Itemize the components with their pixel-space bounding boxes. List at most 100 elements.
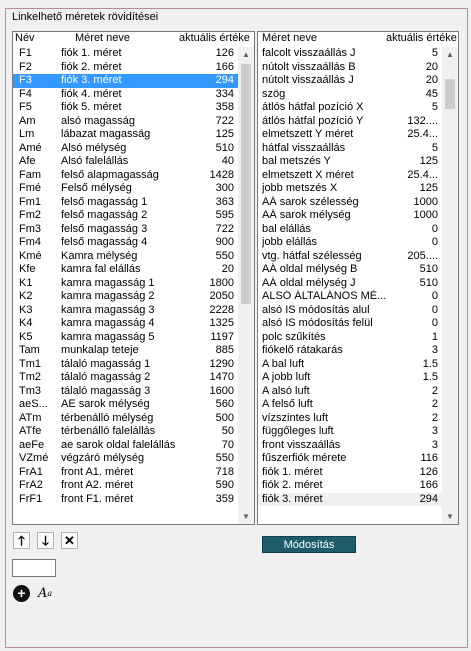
item-value: 70 [221,438,234,451]
list-item[interactable]: átlós hátfal pozíció Y 132.... [258,115,442,129]
list-item[interactable]: elmetszett X méret 25.4... [258,169,442,183]
list-item[interactable]: fiók 1. méret 126 [258,466,442,480]
list-item[interactable]: Kmé Kamra mélység 550 [13,250,238,264]
list-item[interactable]: Lm lábazat magasság 125 [13,128,238,142]
item-value: 550 [215,249,234,262]
list-item[interactable]: polc szűkítés 1 [258,331,442,345]
list-item[interactable]: elmetszett Y méret 25.4... [258,128,442,142]
left-size-list[interactable]: Név Méret neve aktuális értéke F1 fiók 1.… [12,31,255,525]
list-item[interactable]: Fm3 felső magasság 3 722 [13,223,238,237]
list-item[interactable]: Am alsó magasság 722 [13,115,238,129]
list-item[interactable]: AÁ sarok mélység 1000 [258,209,442,223]
scroll-up-icon[interactable]: ▲ [238,47,254,62]
list-item[interactable]: K4 kamra magasság 4 1325 [13,317,238,331]
list-item[interactable]: aeS... AE sarok mélység 560 [13,398,238,412]
list-item[interactable]: alsó IS módosítás felül 0 [258,317,442,331]
arrow-down-icon[interactable]: 🡓 [37,532,54,549]
list-item[interactable]: átlós hátfal pozíció X5 [258,101,442,115]
item-size-name: munkalap teteje [61,344,139,356]
list-item[interactable]: fűszerfiók mérete 116 [258,452,442,466]
list-item[interactable]: bal elállás 0 [258,223,442,237]
right-size-list[interactable]: Méret neve aktuális értéke falcolt vissz… [257,31,459,525]
arrow-up-icon[interactable]: 🡑 [13,532,30,549]
list-item[interactable]: FrA2 front A2. méret 590 [13,479,238,493]
list-item[interactable]: nútolt visszaállás J 20 [258,74,442,88]
list-item[interactable]: AÁ sarok szélesség 1000 [258,196,442,210]
right-list-scrollbar[interactable]: ▲ ▼ [442,47,458,524]
list-item[interactable]: Fmé Felső mélység 300 [13,182,238,196]
abbreviation-input[interactable] [12,559,56,577]
item-value: 358 [215,101,234,113]
item-value: 20 [425,60,438,73]
list-item[interactable]: függőleges luft 3 [258,425,442,439]
list-item[interactable]: K1 kamra magasság 1 1800 [13,277,238,291]
list-item[interactable]: ATm térbenálló mélység 500 [13,412,238,426]
list-item[interactable]: Tm1 tálaló magasság 1 1290 [13,358,238,372]
modify-button[interactable]: Módosítás [262,536,356,553]
list-item[interactable]: falcolt visszaállás J5 [258,47,442,61]
close-icon[interactable]: ✕ [61,532,78,549]
list-item[interactable]: szög 45 [258,88,442,102]
list-item[interactable]: K5 kamra magasság 5 1197 [13,331,238,345]
list-item[interactable]: aeFe ae sarok oldal falelállás 70 [13,439,238,453]
list-item[interactable]: alsó IS módosítás alul 0 [258,304,442,318]
item-size-name: felső magasság 1 [61,195,148,208]
list-item[interactable]: F1 fiók 1. méret 126 [13,47,238,61]
list-item[interactable]: AÁ oldal mélység J 510 [258,277,442,291]
list-item[interactable]: F2 fiók 2. méret 166 [13,61,238,75]
item-abbreviation: VZmé [19,452,49,464]
header-current-value: aktuális értéke [179,32,250,44]
list-item[interactable]: A bal luft 1.5 [258,358,442,372]
list-item[interactable]: F3 fiók 3. méret 294 [13,74,238,88]
list-item[interactable]: Fm1 felső magasság 1 363 [13,196,238,210]
list-item[interactable]: AÁ oldal mélység B 510 [258,263,442,277]
plus-icon[interactable]: + [13,585,30,602]
list-item[interactable]: vízszintes luft 2 [258,412,442,426]
scroll-down-icon[interactable]: ▼ [442,509,458,524]
list-item[interactable]: A felső luft 2 [258,398,442,412]
list-item[interactable]: FrF1 front F1. méret 359 [13,493,238,507]
list-item[interactable]: jobb elállás 0 [258,236,442,250]
list-item[interactable]: nútolt visszaállás B 20 [258,61,442,75]
list-item[interactable]: VZmé végzáró mélység 550 [13,452,238,466]
item-value: 718 [215,465,234,478]
list-item[interactable]: Tm2 tálaló magasság 2 1470 [13,371,238,385]
item-abbreviation: K1 [19,276,33,289]
list-item[interactable]: vtg. hátfal szélesség 205.... [258,250,442,264]
item-abbreviation: ATfe [19,425,42,437]
font-icon[interactable]: Aa [38,585,58,602]
list-item[interactable]: hátfal visszaállás 5 [258,142,442,156]
list-item[interactable]: Afe Alsó falelállás 40 [13,155,238,169]
list-item[interactable]: bal metszés Y 125 [258,155,442,169]
item-value: 126 [419,465,438,478]
list-item[interactable]: Tm3 tálaló magasság 3 1600 [13,385,238,399]
left-list-scrollbar[interactable]: ▲ ▼ [238,47,254,524]
list-item[interactable]: Amé Alsó mélység 510 [13,142,238,156]
list-item[interactable]: F4 fiók 4. méret 334 [13,88,238,102]
scrollbar-thumb[interactable] [241,64,251,304]
list-item[interactable]: fiók 2. méret 166 [258,479,442,493]
list-item[interactable]: ATfe térbenálló falelállás 50 [13,425,238,439]
list-item[interactable]: Fam felső alapmagasság 1428 [13,169,238,183]
item-value: 1000 [413,209,438,221]
list-item[interactable]: A alsó luft 2 [258,385,442,399]
list-item[interactable]: FrA1 front A1. méret 718 [13,466,238,480]
scroll-up-icon[interactable]: ▲ [442,47,458,62]
scrollbar-thumb[interactable] [445,79,455,109]
item-value: 560 [215,398,234,410]
list-item[interactable]: fiókelő rátakarás 3 [258,344,442,358]
list-item[interactable]: A jobb luft 1.5 [258,371,442,385]
list-item[interactable]: Kfe kamra fal elállás 20 [13,263,238,277]
scroll-down-icon[interactable]: ▼ [238,509,254,524]
list-item[interactable]: K2 kamra magasság 2 2050 [13,290,238,304]
list-item[interactable]: Fm2 felső magasság 2 595 [13,209,238,223]
list-item[interactable]: K3 kamra magasság 3 2228 [13,304,238,318]
list-item[interactable]: F5 fiók 5. méret 358 [13,101,238,115]
list-item[interactable]: Tam munkalap teteje 885 [13,344,238,358]
list-item[interactable]: jobb metszés X 125 [258,182,442,196]
list-item[interactable]: ALSÓ ÁLTALÁNOS MÉ... 0 [258,290,442,304]
list-item[interactable]: front visszaállás 3 [258,439,442,453]
list-item[interactable]: Fm4 felső magasság 4 900 [13,236,238,250]
item-abbreviation: aeFe [19,438,45,451]
list-item[interactable]: fiók 3. méret 294 [258,492,442,506]
